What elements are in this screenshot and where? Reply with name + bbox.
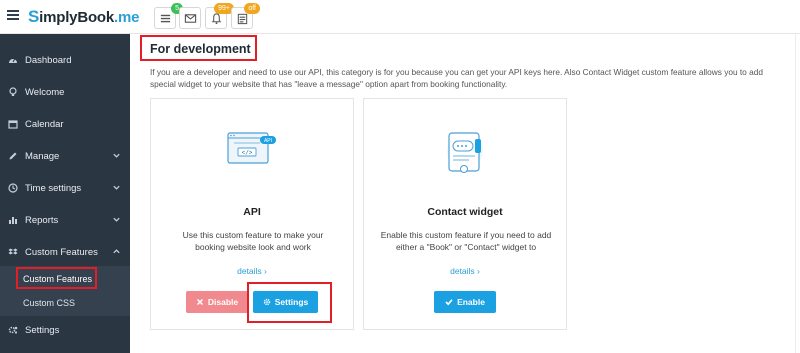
disable-button-label: Disable [207, 297, 239, 307]
sidebar-subitem-label: Custom CSS [23, 298, 76, 308]
chevron-down-icon [112, 215, 121, 224]
sidebar: Dashboard Welcome Calendar Manage Time s… [0, 34, 130, 353]
sidebar-item-label: Time settings [25, 182, 82, 194]
sidebar-item-manage[interactable]: Manage [0, 140, 130, 172]
svg-text:</>: </> [242, 150, 253, 157]
gears-icon [8, 325, 18, 335]
sidebar-item-calendar[interactable]: Calendar [0, 108, 130, 140]
card-title: Contact widget [427, 206, 503, 218]
api-illustration: </> API [151, 127, 353, 177]
dashboard-icon [8, 55, 18, 65]
sidebar-item-welcome[interactable]: Welcome [0, 76, 130, 108]
pencil-icon [8, 151, 18, 161]
chevron-down-icon [112, 183, 121, 192]
card-text: Enable this custom feature if you need t… [380, 230, 552, 252]
sidebar-item-label: Reports [25, 214, 59, 226]
hamburger-menu-icon[interactable] [7, 10, 19, 20]
app-logo[interactable]: SimplyBook.me [28, 7, 139, 27]
chevron-down-icon [112, 151, 121, 160]
feature-card-contact-widget: Contact widget Enable this custom featur… [363, 98, 567, 330]
enable-button[interactable]: Enable [434, 291, 496, 313]
api-illustration-label: API [264, 138, 272, 144]
notification-badge: off [244, 3, 260, 14]
bell-icon[interactable]: 99+ [205, 3, 234, 29]
highlight-box [247, 282, 332, 323]
disable-button[interactable]: Disable [186, 291, 248, 313]
lightbulb-icon [8, 87, 18, 97]
card-title: API [243, 206, 261, 218]
enable-button-label: Enable [457, 297, 485, 307]
bar-chart-icon [8, 215, 18, 225]
sidebar-item-label: Dashboard [25, 54, 72, 66]
top-bar: SimplyBook.me 5 99+ off [0, 0, 800, 34]
sidebar-item-label: Manage [25, 150, 60, 162]
sidebar-item-label: Calendar [25, 118, 64, 130]
calendar-icon [8, 119, 18, 129]
sidebar-item-dashboard[interactable]: Dashboard [0, 44, 130, 76]
calendar-doc-icon[interactable]: off [231, 3, 260, 29]
sidebar-item-time-settings[interactable]: Time settings [0, 172, 130, 204]
sidebar-item-label: Settings [25, 324, 60, 336]
details-link[interactable]: details › [364, 266, 566, 276]
highlight-box [16, 267, 97, 289]
check-icon [445, 299, 453, 306]
details-link[interactable]: details › [151, 266, 353, 276]
x-icon [196, 298, 203, 306]
clock-icon [8, 183, 18, 193]
section-description: If you are a developer and need to use o… [150, 67, 763, 89]
chevron-up-icon [112, 247, 121, 256]
mail-icon[interactable] [179, 7, 201, 29]
sidebar-item-label: Custom Features [25, 246, 98, 258]
sidebar-item-reports[interactable]: Reports [0, 204, 130, 236]
sidebar-item-settings[interactable]: Settings [0, 314, 130, 346]
section-heading: For development [150, 42, 251, 56]
sidebar-subitem-custom-css[interactable]: Custom CSS [0, 292, 130, 314]
dropbox-icon [8, 247, 18, 257]
card-text: Use this custom feature to make your boo… [182, 230, 324, 252]
list-icon[interactable]: 5 [154, 3, 183, 29]
contact-widget-illustration [364, 127, 566, 177]
content-divider [795, 34, 796, 353]
sidebar-item-label: Welcome [25, 86, 65, 98]
sidebar-item-custom-features[interactable]: Custom Features [0, 236, 130, 268]
